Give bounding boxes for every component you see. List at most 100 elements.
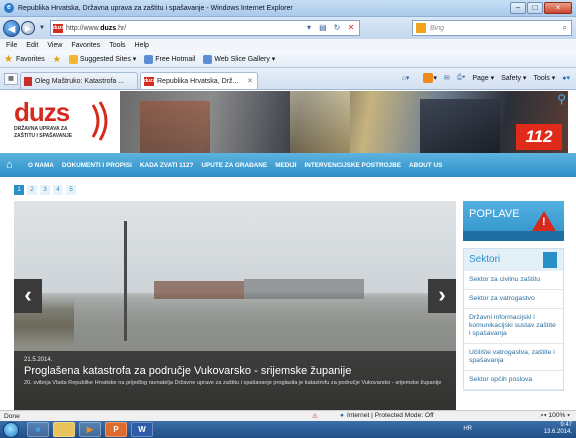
menu-file[interactable]: File xyxy=(6,42,17,49)
tools-menu[interactable]: Tools ▾ xyxy=(533,74,555,82)
search-icon[interactable]: ⚲ xyxy=(557,92,566,106)
menu-edit[interactable]: Edit xyxy=(26,42,38,49)
close-button[interactable]: × xyxy=(544,2,572,14)
powerpoint-taskbar-icon[interactable]: P xyxy=(105,422,127,437)
pager-item-1[interactable]: 1 xyxy=(14,185,24,195)
menu-view[interactable]: View xyxy=(47,42,62,49)
header-banner-image: 112 ⚲ xyxy=(120,91,568,153)
nav-upute[interactable]: UPUTE ZA GRAĐANE xyxy=(201,162,267,169)
address-field[interactable]: duzs http://www.duzs.hr/ ▾ ▤ ↻ ✕ xyxy=(49,20,360,36)
clock-date[interactable]: 13.6.2014. xyxy=(544,429,572,436)
compatibility-icon[interactable]: ▤ xyxy=(317,22,329,34)
pager-item-2[interactable]: 2 xyxy=(27,185,37,195)
minimize-button[interactable]: – xyxy=(510,2,526,14)
search-icon[interactable]: ⌕ xyxy=(563,23,567,33)
tab-label: Republika Hrvatska, Drž... xyxy=(157,77,239,85)
pager-item-3[interactable]: 3 xyxy=(40,185,50,195)
back-button[interactable]: ◀ xyxy=(3,19,20,37)
word-taskbar-icon[interactable]: W xyxy=(131,422,153,437)
page-menu[interactable]: Page ▾ xyxy=(472,74,494,82)
sektori-box: Sektori Sektor za civilnu zaštitu Sektor… xyxy=(463,248,564,391)
explorer-taskbar-icon[interactable] xyxy=(53,422,75,437)
sektori-title: Sektori xyxy=(464,249,563,271)
menu-favorites[interactable]: Favorites xyxy=(71,42,100,49)
favorites-button[interactable]: Favorites xyxy=(16,56,45,63)
suggested-sites-link[interactable]: Suggested Sites ▾ xyxy=(68,54,136,64)
news-slider[interactable]: ‹ › 21.5.2014. Proglašena katastrofa za … xyxy=(14,201,456,410)
main-content: 1 2 3 4 5 ‹ › 21.5.2014. Proglašena kata… xyxy=(0,177,576,410)
add-favorites-icon[interactable]: ★ xyxy=(53,54,61,65)
help-icon[interactable]: ●▾ xyxy=(562,74,570,82)
free-hotmail-link[interactable]: Free Hotmail xyxy=(144,54,195,64)
taskbar: e ▶ P W HR 9:47 13.6.2014. xyxy=(0,421,576,438)
ie-page-icon xyxy=(203,54,213,64)
slide-text: 20. svibnja Vlada Republike Hrvatske na … xyxy=(24,380,442,386)
language-indicator[interactable]: HR xyxy=(463,426,472,433)
menu-tools[interactable]: Tools xyxy=(109,42,125,49)
print-icon[interactable]: ⎙▾ xyxy=(457,74,466,82)
quick-tabs-icon[interactable]: ▦ xyxy=(4,73,18,85)
window-controls: – □ × xyxy=(509,2,572,14)
sektor-drzavni-sustav[interactable]: Državni informacijski i komunikacijski s… xyxy=(464,309,563,344)
forward-button[interactable]: ▶ xyxy=(21,21,35,35)
menu-help[interactable]: Help xyxy=(135,42,149,49)
tab-oleg-mastruko[interactable]: Oleg Maštruko: Katastrofa ... xyxy=(20,72,138,89)
close-tab-icon[interactable]: ✕ xyxy=(247,77,253,85)
ie-taskbar-icon[interactable]: e xyxy=(27,422,49,437)
refresh-icon[interactable]: ↻ xyxy=(331,22,343,34)
nav-o-nama[interactable]: O NAMA xyxy=(28,162,54,169)
duzs-logo[interactable]: duzs DRŽAVNA UPRAVA ZA ZAŠTITU I SPAŠAVA… xyxy=(14,99,108,147)
search-box[interactable]: Bing ⌕ xyxy=(412,20,572,36)
logo-arcs-icon xyxy=(91,101,108,141)
url-text: http://www.duzs.hr/ xyxy=(65,24,127,32)
tab-republika-hrvatska[interactable]: duzs Republika Hrvatska, Drž... ✕ xyxy=(140,72,258,89)
nav-dokumenti[interactable]: DOKUMENTI I PROPISI xyxy=(62,162,132,169)
sektor-vatrogastvo[interactable]: Sektor za vatrogastvo xyxy=(464,290,563,309)
sektor-civilna-zastita[interactable]: Sektor za civilnu zaštitu xyxy=(464,271,563,290)
pager-item-4[interactable]: 4 xyxy=(53,185,63,195)
media-player-taskbar-icon[interactable]: ▶ xyxy=(79,422,101,437)
nav-intervencijske[interactable]: INTERVENCIJSKE POSTROJBE xyxy=(305,162,401,169)
ie-page-icon xyxy=(144,54,154,64)
home-icon[interactable]: ⌂ xyxy=(6,158,20,172)
main-nav: ⌂ O NAMA DOKUMENTI I PROPISI KADA ZVATI … xyxy=(0,153,576,177)
nav-mediji[interactable]: MEDIJI xyxy=(275,162,296,169)
zoom-icon: ⌕▾ xyxy=(540,412,547,419)
stop-icon[interactable]: ✕ xyxy=(345,22,357,34)
slide-caption[interactable]: 21.5.2014. Proglašena katastrofa za podr… xyxy=(14,351,456,410)
start-button[interactable] xyxy=(3,421,19,438)
system-tray: HR 9:47 13.6.2014. xyxy=(463,422,572,436)
home-icon[interactable]: ⌂▾ xyxy=(402,74,410,82)
site-header: duzs DRŽAVNA UPRAVA ZA ZAŠTITU I SPAŠAVA… xyxy=(0,91,576,153)
slide-headline[interactable]: Proglašena katastrofa za područje Vukova… xyxy=(24,365,446,377)
clock-time[interactable]: 9:47 xyxy=(544,422,572,429)
sektor-opci-poslovi[interactable]: Sektor općih poslova xyxy=(464,371,563,390)
favorites-bar: ★ Favorites ★ Suggested Sites ▾ Free Hot… xyxy=(0,51,576,68)
read-mail-icon[interactable]: ✉ xyxy=(444,74,450,82)
search-placeholder: Bing xyxy=(430,24,445,32)
tab-favicon xyxy=(24,76,32,86)
zoom-control[interactable]: ⌕▾ 100% ▾ xyxy=(540,412,570,420)
menu-bar: File Edit View Favorites Tools Help xyxy=(0,39,576,51)
maximize-button[interactable]: □ xyxy=(527,2,543,14)
site-favicon: duzs xyxy=(52,23,65,33)
dropdown-icon[interactable]: ▾ xyxy=(303,22,315,34)
next-slide-button[interactable]: › xyxy=(428,279,456,313)
poplave-banner[interactable]: POPLAVE ! xyxy=(463,201,564,241)
poplave-label: POPLAVE xyxy=(469,208,520,220)
nav-about-us[interactable]: ABOUT US xyxy=(409,162,442,169)
web-slice-gallery-link[interactable]: Web Slice Gallery ▾ xyxy=(203,54,275,64)
slide-date: 21.5.2014. xyxy=(24,357,53,363)
history-dropdown-icon[interactable]: ▼ xyxy=(39,25,45,31)
pager-item-5[interactable]: 5 xyxy=(66,185,76,195)
tab-favicon: duzs xyxy=(144,76,156,86)
safety-menu[interactable]: Safety ▾ xyxy=(501,74,526,82)
web-page: duzs DRŽAVNA UPRAVA ZA ZAŠTITU I SPAŠAVA… xyxy=(0,91,576,410)
feeds-icon[interactable]: ▾ xyxy=(416,73,437,83)
prev-slide-button[interactable]: ‹ xyxy=(14,279,42,313)
security-zone[interactable]: ● Internet | Protected Mode: Off xyxy=(340,412,434,419)
sektor-uciliste[interactable]: Učilište vatrogastva, zaštite i spašavan… xyxy=(464,344,563,371)
nav-kada-zvati-112[interactable]: KADA ZVATI 112? xyxy=(140,162,194,169)
bookmark-icon xyxy=(543,252,557,268)
suggested-sites-icon xyxy=(68,54,78,64)
